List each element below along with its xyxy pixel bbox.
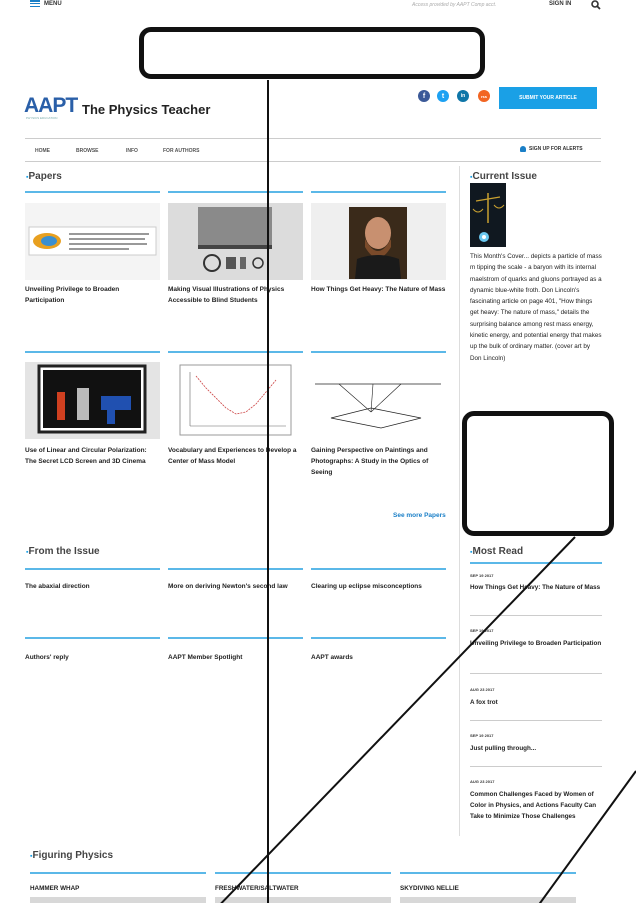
most-read-link[interactable]: A fox trot (470, 697, 602, 708)
divider (168, 568, 303, 570)
paper-title[interactable]: Vocabulary and Experiences to Develop a … (168, 445, 303, 467)
leader-line (267, 80, 269, 903)
issue-article-link[interactable]: More on deriving Newton's second law (168, 581, 303, 592)
issue-article-link[interactable]: AAPT Member Spotlight (168, 652, 303, 663)
nav-info[interactable]: INFO (126, 148, 138, 154)
paper-title[interactable]: Making Visual Illustrations of Physics A… (168, 284, 303, 306)
most-read-link[interactable]: Unveiling Privilege to Broaden Participa… (470, 638, 602, 649)
divider (25, 191, 160, 193)
signin-link[interactable]: SIGN IN (549, 1, 571, 7)
divider (25, 568, 160, 570)
paper-thumbnail[interactable] (168, 203, 303, 280)
facebook-icon[interactable]: f (418, 90, 430, 102)
divider (400, 872, 576, 874)
divider (470, 615, 602, 616)
alerts-label: SIGN UP FOR ALERTS (529, 146, 583, 152)
divider (470, 766, 602, 767)
most-read-link[interactable]: How Things Get Heavy: The Nature of Mass (470, 582, 602, 593)
divider (311, 637, 446, 639)
paper-title[interactable]: Unveiling Privilege to Broaden Participa… (25, 284, 160, 306)
paper-thumbnail[interactable] (168, 362, 303, 439)
issue-article-link[interactable]: The abaxial direction (25, 581, 160, 592)
paper-thumbnail[interactable] (25, 362, 160, 439)
divider (215, 872, 391, 874)
paper-title[interactable]: Gaining Perspective on Paintings and Pho… (311, 445, 446, 478)
divider (25, 637, 160, 639)
from-issue-heading: From the Issue (26, 546, 99, 557)
main-nav (25, 138, 601, 162)
most-read-link[interactable]: Just pulling through... (470, 743, 602, 754)
twitter-icon[interactable]: t (437, 90, 449, 102)
most-read-date: SEP 19 2017 (470, 573, 494, 578)
most-read-heading: Most Read (470, 546, 523, 557)
menu-label: MENU (44, 0, 62, 7)
aapt-logo-subtext: PHYSICS EDUCATION (26, 116, 58, 120)
divider (168, 191, 303, 193)
aapt-logo[interactable]: AAPT (24, 94, 78, 118)
menu-button[interactable]: MENU (30, 0, 62, 7)
access-text: Access provided by AAPT Comp acct. (412, 2, 497, 8)
divider (30, 872, 206, 874)
linkedin-icon[interactable]: in (457, 90, 469, 102)
callout-box (139, 27, 485, 79)
divider (168, 351, 303, 353)
divider (470, 720, 602, 721)
figuring-item-link[interactable]: SKYDIVING NELLIE (400, 885, 459, 892)
nav-home[interactable]: HOME (35, 148, 50, 154)
current-issue-heading: Current Issue (470, 171, 536, 182)
divider (470, 562, 602, 564)
issue-article-link[interactable]: Clearing up eclipse misconceptions (311, 581, 446, 592)
paper-thumbnail[interactable] (311, 362, 446, 439)
paper-thumbnail[interactable] (25, 203, 160, 280)
signup-alerts-link[interactable]: SIGN UP FOR ALERTS (520, 146, 583, 152)
see-more-papers-link[interactable]: See more Papers (393, 512, 446, 519)
divider (168, 637, 303, 639)
submit-article-button[interactable]: SUBMIT YOUR ARTICLE (499, 87, 597, 109)
search-icon[interactable] (591, 0, 601, 10)
rss-icon[interactable]: rss (478, 90, 490, 102)
cover-image[interactable] (470, 183, 506, 247)
papers-heading: Papers (26, 171, 61, 182)
divider (311, 351, 446, 353)
most-read-date: SEP 19 2017 (470, 733, 494, 738)
callout-box (462, 411, 614, 536)
paper-title[interactable]: How Things Get Heavy: The Nature of Mass (311, 284, 446, 295)
most-read-date: AUG 23 2017 (470, 687, 495, 692)
current-issue-description: This Month's Cover... depicts a particle… (470, 253, 602, 362)
sidebar-divider (459, 166, 460, 836)
divider (311, 191, 446, 193)
most-read-link[interactable]: Common Challenges Faced by Women of Colo… (470, 789, 602, 822)
bell-icon (520, 146, 526, 152)
nav-for-authors[interactable]: FOR AUTHORS (163, 148, 199, 154)
figuring-thumbnail[interactable] (400, 897, 576, 903)
divider (470, 673, 602, 674)
most-read-date: AUG 23 2017 (470, 779, 495, 784)
paper-thumbnail[interactable] (311, 203, 446, 280)
figuring-thumbnail[interactable] (215, 897, 391, 903)
divider (25, 351, 160, 353)
nav-browse[interactable]: BROWSE (76, 148, 99, 154)
journal-title[interactable]: The Physics Teacher (82, 102, 210, 117)
figuring-item-link[interactable]: FRESHWATER/SALTWATER (215, 885, 299, 892)
issue-article-link[interactable]: Authors' reply (25, 652, 160, 663)
issue-article-link[interactable]: AAPT awards (311, 652, 446, 663)
figuring-item-link[interactable]: HAMMER WHAP (30, 885, 79, 892)
paper-title[interactable]: Use of Linear and Circular Polarization:… (25, 445, 160, 467)
figuring-thumbnail[interactable] (30, 897, 206, 903)
divider (311, 568, 446, 570)
figuring-physics-heading: Figuring Physics (30, 850, 113, 861)
hamburger-icon (30, 0, 40, 7)
